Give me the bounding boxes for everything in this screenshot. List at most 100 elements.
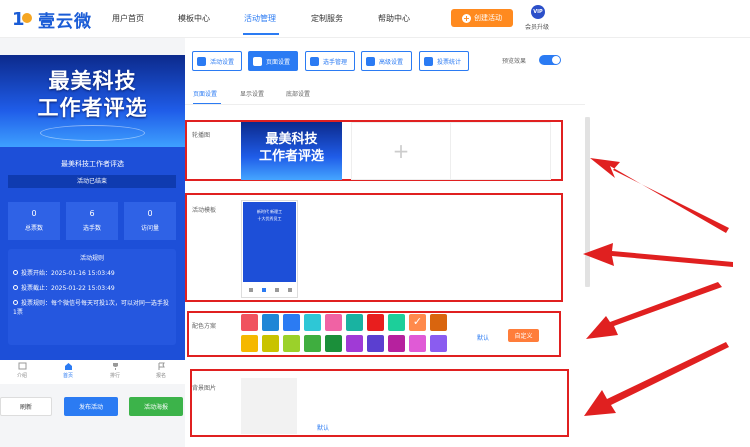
color-swatch[interactable] xyxy=(241,335,258,352)
color-swatch[interactable] xyxy=(367,314,384,331)
page-settings-button[interactable]: 页面设置 xyxy=(248,51,298,71)
default-color-link[interactable]: 默认 xyxy=(477,333,489,342)
subtab-display-settings[interactable]: 显示设置 xyxy=(240,89,264,98)
color-swatch[interactable] xyxy=(262,314,279,331)
stat-value: 0 xyxy=(31,209,37,218)
vip-upgrade-link[interactable]: 会员升级 xyxy=(525,22,549,31)
default-background-link[interactable]: 默认 xyxy=(317,423,329,432)
stat-total-votes: 0 总票数 xyxy=(8,202,60,240)
clock-icon xyxy=(13,270,18,275)
tab-ranking[interactable]: 排行 xyxy=(100,362,130,379)
button-label: 页面设置 xyxy=(266,58,291,66)
users-icon xyxy=(310,56,319,66)
scrollbar-thumb[interactable] xyxy=(585,117,590,287)
vip-icon[interactable]: VIP xyxy=(531,5,545,19)
activity-rules-card: 活动规则 投票开始：2025-01-16 15:03:49 投票截止：2025-… xyxy=(8,249,176,345)
banner-title-line1: 最美科技 xyxy=(48,69,137,93)
vote-statistics-button[interactable]: 投票统计 xyxy=(419,51,469,71)
activity-settings-button[interactable]: 活动设置 xyxy=(192,51,242,71)
color-swatch[interactable] xyxy=(388,314,405,331)
color-swatch[interactable] xyxy=(430,335,447,352)
activity-template-thumbnail[interactable]: 新时代 新理工 十大优秀员工 xyxy=(241,200,298,298)
rule-text: 投票规则：每个微信号每天可投1次，可以对同一选手投1票 xyxy=(13,300,169,316)
color-swatch[interactable] xyxy=(325,335,342,352)
color-swatch[interactable] xyxy=(304,314,321,331)
color-swatch[interactable] xyxy=(430,314,447,331)
stat-visits: 0 访问量 xyxy=(124,202,176,240)
preview-banner: 最美科技 工作者评选 xyxy=(0,55,185,147)
gear-icon xyxy=(253,56,262,66)
carousel-empty-slot xyxy=(451,122,551,180)
rule-vote-limit: 投票规则：每个微信号每天可投1次，可以对同一选手投1票 xyxy=(13,299,171,317)
plus-icon: + xyxy=(462,13,471,23)
preview-bottom-tabs: 介绍 首页 排行 报名 xyxy=(0,360,185,384)
mobile-preview: 最美科技 工作者评选 最美科技工作者评选 活动已结束 0 总票数 6 选手数 0… xyxy=(0,55,185,360)
button-label: 高级设置 xyxy=(379,58,404,66)
subtab-divider xyxy=(185,104,585,105)
color-swatch[interactable] xyxy=(409,314,426,331)
clock-icon xyxy=(13,285,18,290)
custom-color-button[interactable]: 自定义 xyxy=(508,329,539,342)
activity-poster-button[interactable]: 活动海报 xyxy=(129,397,183,416)
color-swatch[interactable] xyxy=(241,314,258,331)
brand-logo[interactable]: 1 壹云微 xyxy=(10,6,92,32)
advanced-settings-button[interactable]: 高级设置 xyxy=(361,51,412,71)
settings-icon xyxy=(197,56,206,66)
stat-label: 总票数 xyxy=(24,225,43,232)
stat-label: 选手数 xyxy=(82,225,101,232)
nav-item-help-center[interactable]: 帮助中心 xyxy=(378,13,410,24)
nav-item-templates[interactable]: 模板中心 xyxy=(178,13,210,24)
contestant-management-button[interactable]: 选手管理 xyxy=(305,51,355,71)
color-swatch[interactable] xyxy=(367,335,384,352)
color-swatch[interactable] xyxy=(409,335,426,352)
button-label: 活动设置 xyxy=(210,58,235,66)
tab-home[interactable]: 首页 xyxy=(53,362,83,379)
info-icon xyxy=(13,300,18,305)
rule-vote-end: 投票截止：2025-01-22 15:03:49 xyxy=(13,284,171,293)
color-swatch[interactable] xyxy=(304,335,321,352)
color-swatch[interactable] xyxy=(262,335,279,352)
background-image-slot[interactable] xyxy=(241,378,297,434)
color-swatch[interactable] xyxy=(283,314,300,331)
color-swatch[interactable] xyxy=(346,314,363,331)
top-navigation: 1 壹云微 用户首页 模板中心 活动管理 定制服务 帮助中心 + 创建活动 VI… xyxy=(0,0,750,38)
background-image-label: 背景图片 xyxy=(192,385,217,392)
preview-toggle[interactable] xyxy=(539,55,561,65)
subtab-footer-settings[interactable]: 底部设置 xyxy=(286,89,310,98)
stat-value: 6 xyxy=(89,209,95,218)
color-swatch[interactable] xyxy=(325,314,342,331)
rules-heading: 活动规则 xyxy=(79,255,104,262)
add-carousel-slot[interactable]: + xyxy=(351,122,451,180)
book-icon xyxy=(18,362,26,370)
flag-icon xyxy=(158,362,165,370)
template-thumb-line2: 十大优秀员工 xyxy=(257,216,282,221)
tab-label: 排行 xyxy=(109,373,120,379)
nav-item-custom-service[interactable]: 定制服务 xyxy=(311,13,343,24)
plus-icon: + xyxy=(392,139,410,163)
carousel-image[interactable]: 最美科技 工作者评选 xyxy=(241,122,342,180)
color-swatch[interactable] xyxy=(346,335,363,352)
rule-vote-start: 投票开始：2025-01-16 15:03:49 xyxy=(13,269,171,278)
nav-item-activity-management[interactable]: 活动管理 xyxy=(244,13,276,24)
logo-mark-icon: 1 xyxy=(10,9,36,30)
nav-item-home[interactable]: 用户首页 xyxy=(112,13,144,24)
rule-text: 投票开始：2025-01-16 15:03:49 xyxy=(21,270,115,277)
tab-label: 介绍 xyxy=(16,373,27,379)
create-activity-button[interactable]: + 创建活动 xyxy=(451,9,513,27)
tab-label: 报名 xyxy=(155,373,166,379)
refresh-button[interactable]: 刷新 xyxy=(0,397,52,416)
subtab-page-settings[interactable]: 页面设置 xyxy=(193,89,217,98)
publish-activity-button[interactable]: 发布活动 xyxy=(64,397,118,416)
tab-intro[interactable]: 介绍 xyxy=(7,362,37,379)
color-scheme-label: 配色方案 xyxy=(192,323,217,330)
template-thumb-line1: 新时代 新理工 xyxy=(256,209,283,214)
activity-status-bar: 活动已结束 xyxy=(8,175,176,188)
carousel-title-line2: 工作者评选 xyxy=(258,149,324,164)
color-swatch[interactable] xyxy=(388,335,405,352)
preview-activity-title: 最美科技工作者评选 xyxy=(61,160,124,168)
color-swatch[interactable] xyxy=(283,335,300,352)
tab-signup[interactable]: 报名 xyxy=(146,362,176,379)
banner-glow-ring xyxy=(40,125,145,141)
sliders-icon xyxy=(366,56,375,66)
stat-contestants: 6 选手数 xyxy=(66,202,118,240)
